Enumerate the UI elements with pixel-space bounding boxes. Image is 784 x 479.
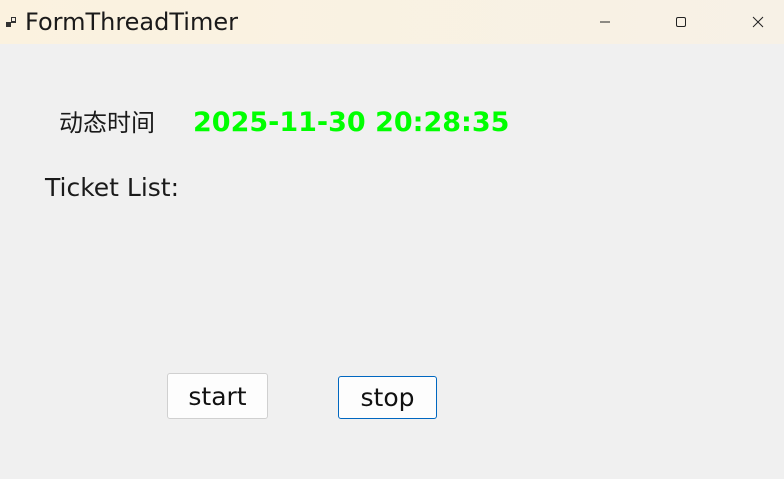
close-icon xyxy=(752,13,764,32)
window-title: FormThreadTimer xyxy=(25,8,238,36)
minimize-icon xyxy=(599,13,611,32)
ticket-list-label: Ticket List: xyxy=(45,173,180,202)
minimize-button[interactable] xyxy=(582,0,628,44)
maximize-icon xyxy=(675,13,687,32)
close-button[interactable] xyxy=(735,0,781,44)
stop-button[interactable]: stop xyxy=(338,376,437,419)
maximize-button[interactable] xyxy=(658,0,704,44)
dynamic-time-value: 2025-11-30 20:28:35 xyxy=(193,107,510,138)
start-button[interactable]: start xyxy=(167,373,268,419)
dynamic-time-label: 动态时间 xyxy=(59,109,155,137)
title-bar[interactable]: FormThreadTimer xyxy=(0,0,784,44)
main-window: FormThreadTimer 动态时间 2025-11-30 20:28:35… xyxy=(0,0,784,479)
app-window-icon xyxy=(6,14,18,27)
